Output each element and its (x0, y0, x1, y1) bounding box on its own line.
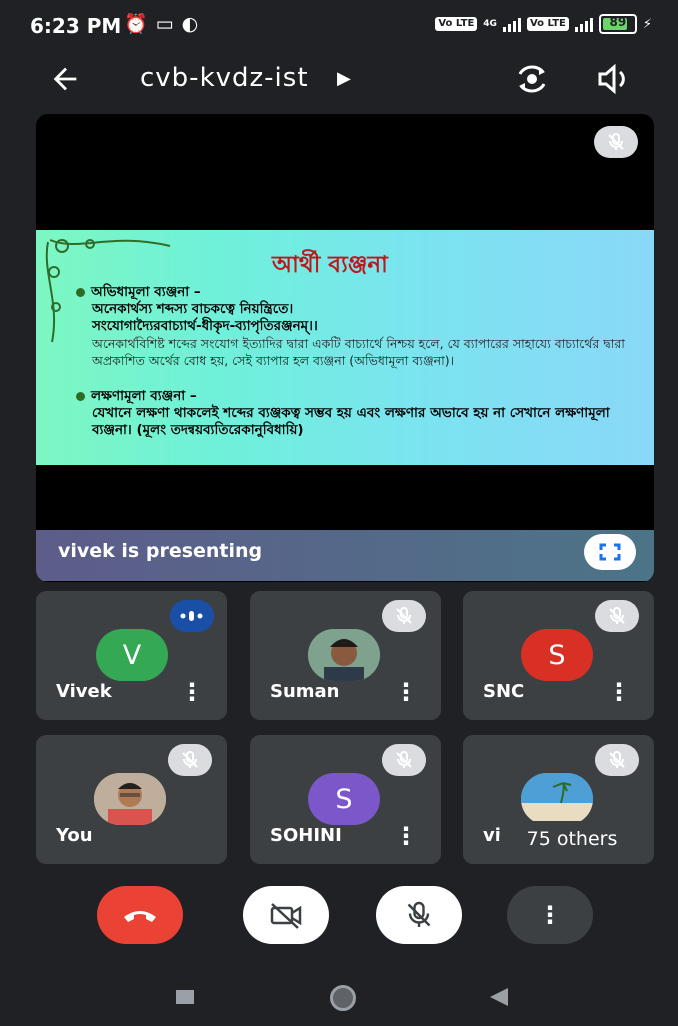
system-nav-bar (0, 964, 678, 1026)
mic-off-icon (396, 751, 412, 768)
arrow-left-icon (53, 67, 77, 91)
end-call-button[interactable] (97, 886, 183, 944)
participant-tile-suman[interactable]: Suman ⋮ (250, 591, 441, 720)
presentation-tile[interactable]: আর্থী ব্যঞ্জনা অভিধামূলা ব্যঞ্জনা – অনেক… (36, 114, 654, 582)
participant-tile-snc[interactable]: S SNC ⋮ (463, 591, 654, 720)
avatar: S (521, 629, 593, 681)
more-vert-icon: ⋮ (538, 901, 562, 929)
home-circle-icon[interactable] (330, 985, 356, 1011)
bullet1-text: অনেকার্থবিশিষ্ট শব্দের সংযোগ ইত্যাদির দ্… (92, 336, 625, 368)
status-bar: 6:23 PM ⏰▭◐ Vo LTE 4G Vo LTE 89 ⚡ (0, 0, 678, 56)
battery-icon: 89 (598, 14, 637, 34)
switch-camera-icon (518, 65, 546, 93)
speaking-indicator (170, 600, 214, 632)
slide-bullet-1: অভিধামূলা ব্যঞ্জনা – অনেকার্থস্য শব্দস্য… (76, 284, 636, 369)
app-icon: ◐ (181, 13, 207, 35)
volte-icon: Vo LTE (435, 17, 478, 31)
signal-icon-2 (574, 16, 593, 32)
avatar-initial: S (335, 783, 353, 815)
speaker-icon (598, 63, 625, 95)
participant-name: SOHINI (270, 825, 342, 846)
avatar-photo (94, 773, 166, 825)
mic-off-badge (382, 744, 426, 776)
phone-hangup-icon (124, 911, 156, 922)
fullscreen-button[interactable] (584, 534, 636, 570)
battery-level: 89 (609, 15, 627, 29)
presenter-label: vivek is presenting (58, 540, 263, 562)
signal-icon (502, 16, 521, 32)
participant-tile-others[interactable]: viv 75 others (463, 735, 654, 864)
meeting-code[interactable]: cvb-kvdz-ist (140, 63, 309, 93)
bullet1-line2: সংযোগাদ্যৈরবাচ্যার্থ-ধীকৃদ-ব্যাপৃতিরঞ্জন… (92, 318, 318, 334)
avatar-initial: V (122, 639, 142, 671)
more-options-button[interactable]: ⋮ (507, 886, 593, 944)
video-off-icon (270, 903, 302, 929)
status-left-icons: ⏰▭◐ (124, 12, 206, 35)
slide-title: আর্থী ব্যঞ্জনা (272, 252, 388, 278)
status-time: 6:23 PM (30, 14, 122, 38)
shared-slide: আর্থী ব্যঞ্জনা অভিধামূলা ব্যঞ্জনা – অনেক… (36, 230, 654, 581)
audio-level-icon (180, 611, 203, 621)
mic-off-icon (396, 607, 412, 624)
volte-icon-2: Vo LTE (526, 17, 569, 31)
back-triangle-icon[interactable] (490, 988, 508, 1006)
switch-camera-button[interactable] (512, 62, 552, 100)
bullet1-line1: অনেকার্থস্য শব্দস্য বাচকত্বে নিয়ন্ত্রিত… (92, 301, 294, 317)
bullet2-text: যেখানে লক্ষণা থাকলেই শব্দের ব্যঞ্জকত্ব স… (92, 405, 610, 438)
participant-name: Vivek (56, 681, 112, 702)
mic-off-badge (595, 744, 639, 776)
mic-off-icon (609, 607, 625, 624)
network-type: 4G (483, 19, 497, 29)
meeting-details-caret-icon[interactable]: ▶ (337, 68, 351, 89)
more-vert-icon[interactable]: ⋮ (607, 678, 631, 706)
audio-output-button[interactable] (596, 62, 632, 100)
alarm-icon: ⏰ (124, 13, 156, 35)
cast-icon: ▭ (155, 13, 182, 35)
mic-off-badge (382, 600, 426, 632)
avatar: V (96, 629, 168, 681)
charging-icon: ⚡ (642, 16, 652, 32)
bullet1-head: অভিধামূলা ব্যঞ্জনা – (91, 284, 201, 300)
mic-off-icon (609, 751, 625, 768)
participant-name: You (56, 825, 93, 846)
status-right-icons: Vo LTE 4G Vo LTE 89 ⚡ (435, 14, 652, 34)
participant-tile-you[interactable]: You (36, 735, 227, 864)
bullet-dot (76, 391, 85, 401)
mic-toggle-button[interactable] (376, 886, 462, 944)
presentation-mic-off-badge (594, 126, 638, 158)
bullet2-head: লক্ষণামূলা ব্যঞ্জনা – (91, 388, 197, 404)
more-vert-icon[interactable]: ⋮ (180, 678, 204, 706)
more-vert-icon[interactable]: ⋮ (394, 822, 418, 850)
others-count-pill[interactable]: 75 others (499, 821, 645, 857)
mic-off-icon (608, 133, 624, 150)
participant-name: Suman (270, 681, 340, 702)
participant-name: SNC (483, 681, 525, 702)
back-button[interactable] (48, 62, 82, 105)
participant-tile-vivek[interactable]: V Vivek ⋮ (36, 591, 227, 720)
avatar: S (308, 773, 380, 825)
slide-bullet-2: লক্ষণামূলা ব্যঞ্জনা – যেখানে লক্ষণা থাকল… (76, 388, 636, 439)
recents-square-icon[interactable] (176, 990, 194, 1004)
mic-off-icon (182, 751, 198, 768)
more-vert-icon[interactable]: ⋮ (394, 678, 418, 706)
mic-off-badge (168, 744, 212, 776)
avatar-initial: S (548, 639, 566, 671)
fullscreen-icon (599, 543, 621, 561)
avatar-photo (308, 629, 380, 681)
bullet-dot (76, 287, 85, 297)
avatar-photo (521, 773, 593, 825)
participant-tile-sohini[interactable]: S SOHINI ⋮ (250, 735, 441, 864)
mic-off-badge (595, 600, 639, 632)
mic-off-icon (407, 901, 431, 927)
camera-toggle-button[interactable] (243, 886, 329, 944)
